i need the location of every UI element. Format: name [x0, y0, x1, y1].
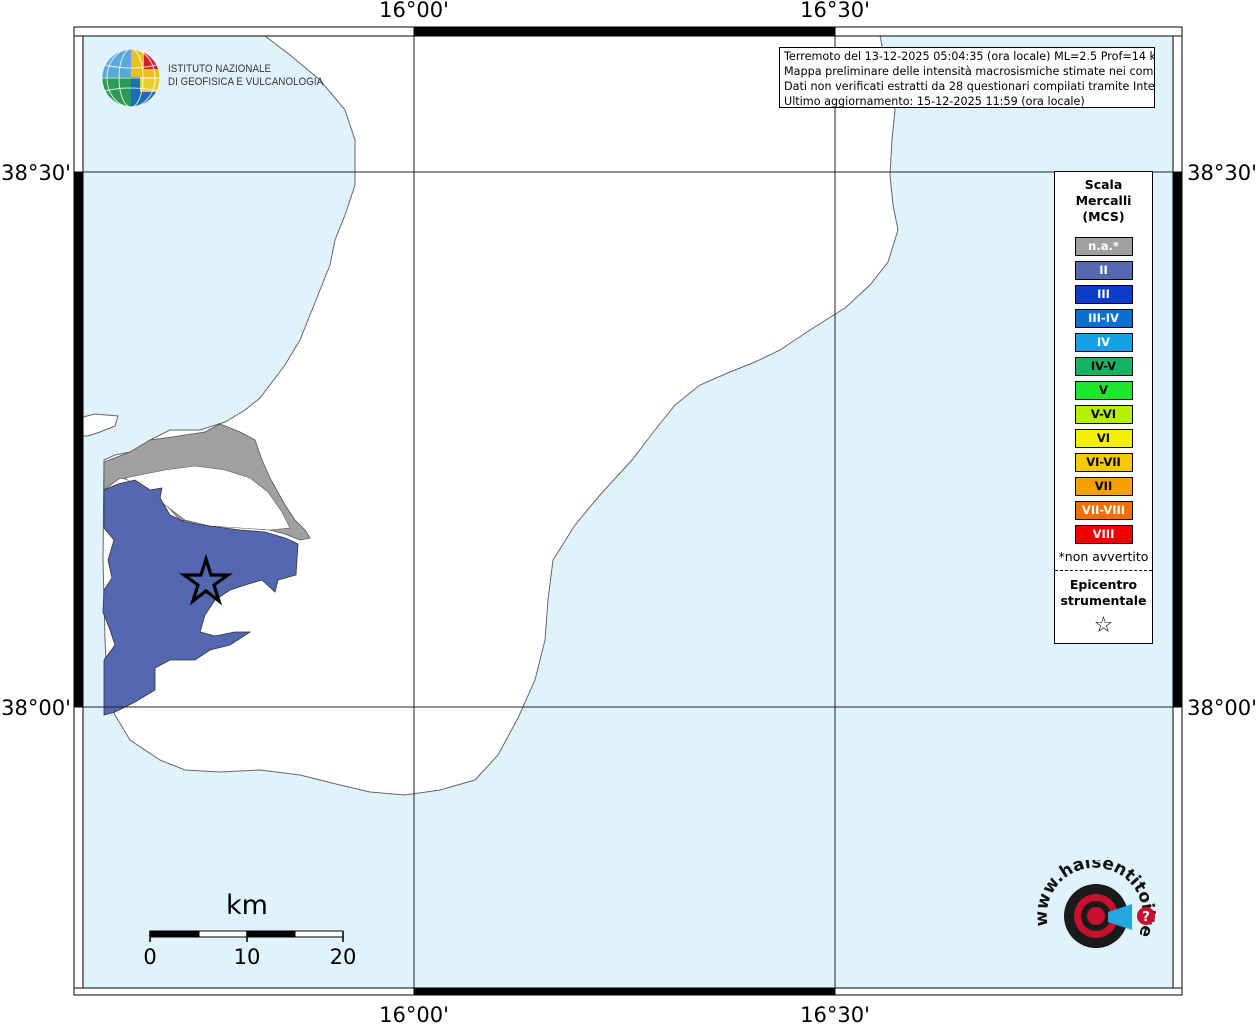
legend-note: *non avvertito	[1058, 549, 1149, 564]
legend-swatch-ii: II	[1074, 261, 1133, 280]
event-info-box: Terremoto del 13-12-2025 05:04:35 (ora l…	[779, 47, 1155, 108]
event-info-line1: Terremoto del 13-12-2025 05:04:35 (ora l…	[784, 50, 1155, 63]
legend-title-line1: Scala	[1084, 177, 1123, 192]
lon-label-bottom-2: 16°30'	[800, 1003, 870, 1024]
event-info-line2: Mappa preliminare delle intensità macros…	[784, 65, 1155, 78]
ingv-logo-line1: ISTITUTO NAZIONALE	[168, 63, 272, 75]
legend-title-line3: (MCS)	[1082, 209, 1125, 224]
legend-swatch-iv: IV	[1074, 333, 1133, 352]
mcs-legend: Scala Mercalli (MCS) n.a.* II III III-IV IV I…	[1054, 171, 1153, 644]
legend-divider	[1055, 570, 1152, 571]
globe-icon	[101, 48, 161, 108]
legend-swatch-vii: VII	[1074, 477, 1133, 496]
legend-star-icon: ☆	[1093, 613, 1114, 638]
lon-label-top-2: 16°30'	[800, 0, 870, 22]
lat-label-left-1: 38°30'	[1, 161, 71, 185]
legend-epicenter-label: Epicentro strumentale	[1055, 577, 1152, 609]
scale-tick-0: 0	[143, 945, 156, 969]
legend-epicenter-line1: Epicentro	[1069, 577, 1138, 592]
legend-swatch-vi: VI	[1074, 429, 1133, 448]
ingv-logo-text: ISTITUTO NAZIONALE DI GEOFISICA E VULCAN…	[168, 63, 344, 89]
scale-bar-unit: km	[226, 890, 268, 921]
legend-swatch-n-a: n.a.*	[1074, 237, 1133, 256]
event-info-line3: Dati non verificati estratti da 28 quest…	[784, 80, 1155, 93]
legend-swatch-vi-vii: VI-VII	[1074, 453, 1133, 472]
scale-tick-10: 10	[234, 945, 261, 969]
legend-swatch-iii: III	[1074, 285, 1133, 304]
legend-title-line2: Mercalli	[1075, 193, 1132, 208]
legend-swatch-v: V	[1074, 381, 1133, 400]
lon-label-bottom-1: 16°00'	[379, 1003, 449, 1024]
lon-label-top-1: 16°00'	[379, 0, 449, 22]
legend-epicenter-line2: strumentale	[1060, 593, 1147, 608]
legend-swatch-v-vi: V-VI	[1074, 405, 1133, 424]
lat-label-left-2: 38°00'	[1, 696, 71, 720]
site-logo: www.haisentitoilterremoto.it ?	[1021, 845, 1160, 980]
scale-tick-20: 20	[330, 945, 357, 969]
legend-title: Scala Mercalli (MCS)	[1055, 177, 1152, 225]
svg-text:?: ?	[1142, 910, 1150, 925]
lat-label-right-2: 38°00'	[1187, 696, 1256, 720]
ingv-logo: ISTITUTO NAZIONALE DI GEOFISICA E VULCAN…	[100, 47, 323, 111]
legend-swatch-iv-v: IV-V	[1074, 357, 1133, 376]
lat-label-right-1: 38°30'	[1187, 161, 1256, 185]
ingv-logo-line2: DI GEOFISICA E VULCANOLOGIA	[168, 76, 324, 88]
legend-swatch-vii-viii: VII-VIII	[1074, 501, 1133, 520]
legend-swatch-viii: VIII	[1074, 525, 1133, 544]
legend-items: n.a.* II III III-IV IV IV-V V V-VI VI VI-VII VII VI…	[1055, 237, 1152, 544]
legend-swatch-iii-iv: III-IV	[1074, 309, 1133, 328]
event-info-line4: Ultimo aggiornamento: 15-12-2025 11:59 (…	[784, 95, 1085, 108]
